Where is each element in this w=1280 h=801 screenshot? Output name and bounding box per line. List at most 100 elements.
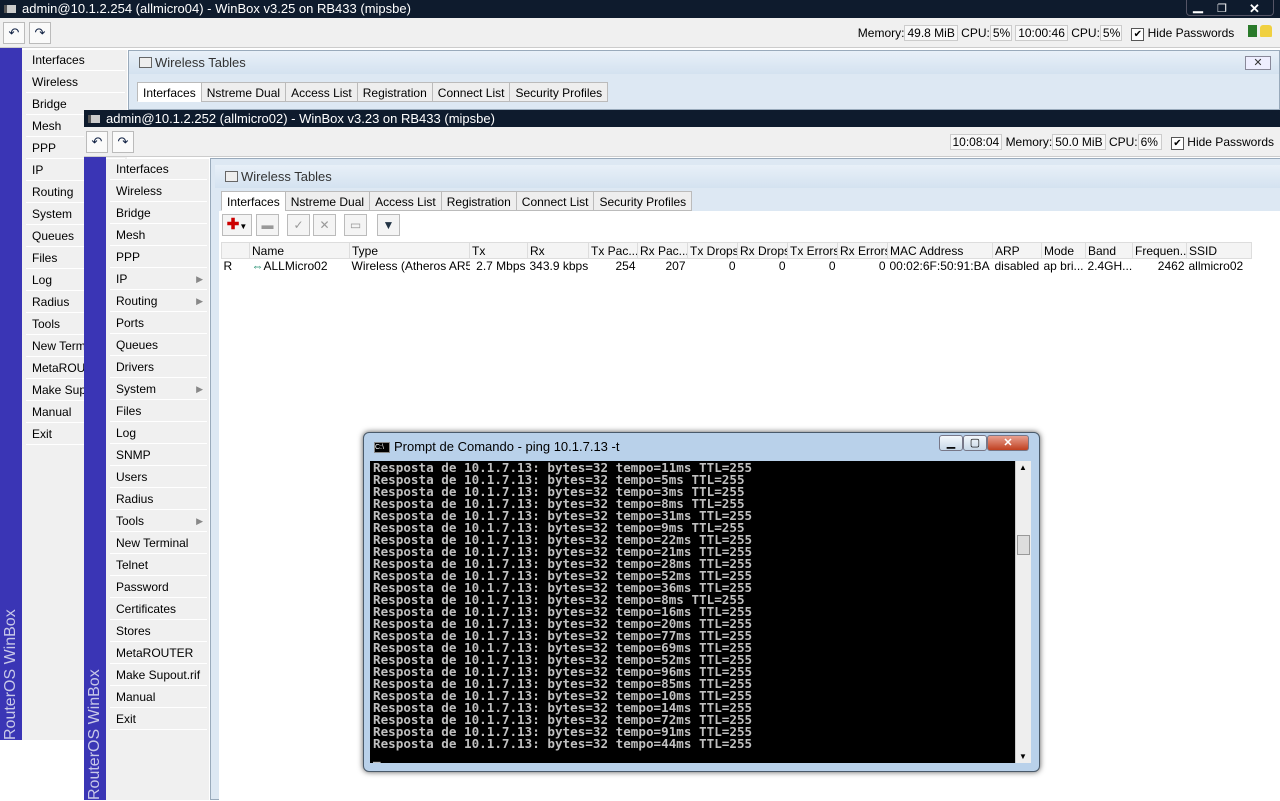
tab-interfaces[interactable]: Interfaces	[221, 191, 286, 211]
menu-item-label: Certificates	[116, 602, 177, 616]
menu-item[interactable]: Password	[110, 577, 207, 598]
column-header[interactable]: ARP	[992, 242, 1042, 259]
winbox-side-strip: RouterOS WinBox	[0, 48, 22, 740]
column-header[interactable]: Rx Pac...	[637, 242, 688, 259]
column-header[interactable]: Name	[249, 242, 350, 259]
column-header[interactable]: Rx Errors	[837, 242, 888, 259]
column-header[interactable]: Rx Drops	[737, 242, 788, 259]
menu-item[interactable]: Bridge	[110, 203, 207, 224]
window2-titlebar[interactable]: admin@10.1.2.252 (allmicro02) - WinBox v…	[84, 110, 1280, 127]
wireless-tables-titlebar[interactable]: Wireless Tables ✕	[129, 51, 1279, 74]
menu-item[interactable]: Drivers	[110, 357, 207, 378]
column-header[interactable]: Band	[1085, 242, 1133, 259]
column-header[interactable]: SSID	[1186, 242, 1252, 259]
menu-item-label: Files	[32, 251, 58, 265]
scroll-down-arrow[interactable]: ▼	[1019, 752, 1027, 761]
tab-nstreme-dual[interactable]: Nstreme Dual	[200, 82, 287, 102]
tab-access-list[interactable]: Access List	[285, 82, 358, 102]
tab-security-profiles[interactable]: Security Profiles	[593, 191, 693, 211]
strip-text: RouterOS WinBox	[2, 609, 19, 740]
menu-item[interactable]: SNMP	[110, 445, 207, 466]
strip-text: RouterOS WinBox	[86, 669, 103, 800]
tab-connect-list[interactable]: Connect List	[431, 82, 511, 102]
menu-item[interactable]: Queues	[110, 335, 207, 356]
remove-button[interactable]: ▬	[256, 214, 279, 236]
enable-button[interactable]: ✓	[287, 214, 310, 236]
column-header[interactable]: Frequen...	[1132, 242, 1187, 259]
menu-item-label: Mesh	[116, 228, 146, 242]
column-header[interactable]: Tx Pac...	[588, 242, 638, 259]
menu-item[interactable]: Wireless	[26, 72, 125, 93]
minimize-button[interactable]: ▁	[939, 435, 963, 451]
vertical-scrollbar[interactable]: ▲ ▼	[1015, 461, 1031, 763]
minimize-button[interactable]: ▁	[1193, 0, 1203, 15]
table-row[interactable]: R ⇔ALLMicro02 Wireless (Atheros AR5... 2.7 …	[222, 259, 1252, 274]
tab-registration[interactable]: Registration	[440, 191, 517, 211]
console-output[interactable]: Resposta de 10.1.7.13: bytes=32 tempo=11…	[370, 461, 1015, 763]
close-button[interactable]: ✕	[1245, 56, 1271, 70]
redo-button[interactable]: ↷	[112, 131, 134, 153]
tab-connect-list[interactable]: Connect List	[515, 191, 595, 211]
menu-item[interactable]: Exit	[110, 709, 207, 730]
undo-button[interactable]: ↶	[86, 131, 108, 153]
comment-button[interactable]: ▭	[344, 214, 367, 236]
menu-item[interactable]: Stores	[110, 621, 207, 642]
maximize-button[interactable]: ▢	[963, 435, 987, 451]
menu-item[interactable]: Log	[110, 423, 207, 444]
menu-item[interactable]: Radius	[110, 489, 207, 510]
cell-value: ap bri...	[1043, 259, 1084, 274]
menu-item-label: Radius	[32, 295, 70, 309]
wireless-tables-title: Wireless Tables	[155, 55, 246, 70]
menu-item[interactable]: Tools ▶	[110, 511, 207, 532]
redo-button[interactable]: ↷	[29, 22, 51, 44]
tab-nstreme-dual[interactable]: Nstreme Dual	[284, 191, 371, 211]
column-header[interactable]: Tx	[469, 242, 528, 259]
tab-security-profiles[interactable]: Security Profiles	[509, 82, 609, 102]
wireless-tables-titlebar[interactable]: Wireless Tables	[215, 165, 1280, 188]
menu-item[interactable]: Make Supout.rif	[110, 665, 207, 686]
cell-value: 2462	[1157, 259, 1185, 274]
cpu-label: CPU:	[961, 26, 990, 40]
menu-item[interactable]: Interfaces	[110, 159, 207, 180]
scrollbar-thumb[interactable]	[1017, 535, 1030, 555]
ping-reply-line: Resposta de 10.1.7.13: bytes=32 tempo=44…	[373, 736, 753, 751]
column-header[interactable]: Type	[349, 242, 470, 259]
tab-interfaces[interactable]: Interfaces	[137, 82, 202, 102]
disable-button[interactable]: ✕	[313, 214, 336, 236]
window1-titlebar[interactable]: admin@10.1.2.254 (allmicro04) - WinBox v…	[0, 0, 1280, 18]
menu-item[interactable]: Files	[110, 401, 207, 422]
close-button[interactable]: ✕	[987, 435, 1029, 451]
add-button[interactable]: ✚▼	[222, 214, 252, 236]
menu-item[interactable]: MetaROUTER	[110, 643, 207, 664]
menu-item[interactable]: Certificates	[110, 599, 207, 620]
menu-item[interactable]: Interfaces	[26, 50, 125, 71]
hide-passwords-checkbox[interactable]: ✔	[1131, 28, 1145, 41]
column-header[interactable]	[221, 242, 250, 259]
menu-item-label: Tools	[116, 514, 145, 528]
menu-item[interactable]: IP ▶	[110, 269, 207, 290]
menu-item[interactable]: Manual	[110, 687, 207, 708]
column-header[interactable]: Rx	[527, 242, 589, 259]
status-area: Memory: 49.8 MiB CPU: 5% 10:00:46 CPU: 5% ✔…	[858, 25, 1272, 41]
close-button[interactable]: ✕	[1249, 0, 1260, 18]
menu-item[interactable]: Telnet	[110, 555, 207, 576]
scroll-up-arrow[interactable]: ▲	[1019, 463, 1027, 472]
column-header[interactable]: Tx Errors	[787, 242, 838, 259]
menu-item[interactable]: Ports	[110, 313, 207, 334]
restore-button[interactable]: ❐	[1217, 0, 1227, 18]
filter-button[interactable]: ▼	[377, 214, 400, 236]
menu-item[interactable]: PPP	[110, 247, 207, 268]
tab-registration[interactable]: Registration	[356, 82, 433, 102]
menu-item[interactable]: System ▶	[110, 379, 207, 400]
tab-access-list[interactable]: Access List	[369, 191, 442, 211]
menu-item[interactable]: Wireless	[110, 181, 207, 202]
column-header[interactable]: Tx Drops	[687, 242, 738, 259]
menu-item[interactable]: Routing ▶	[110, 291, 207, 312]
menu-item[interactable]: Users	[110, 467, 207, 488]
undo-button[interactable]: ↶	[3, 22, 25, 44]
hide-passwords-checkbox[interactable]: ✔	[1170, 137, 1184, 150]
menu-item[interactable]: Mesh	[110, 225, 207, 246]
column-header[interactable]: Mode	[1041, 242, 1086, 259]
column-header[interactable]: MAC Address	[887, 242, 993, 259]
menu-item[interactable]: New Terminal	[110, 533, 207, 554]
